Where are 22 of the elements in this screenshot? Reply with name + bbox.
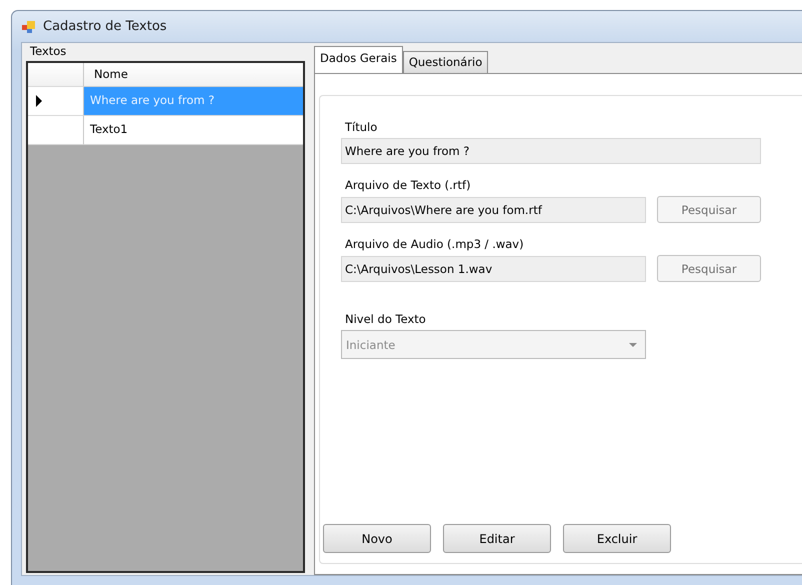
action-button[interactable]: Editar: [443, 524, 551, 553]
tab[interactable]: Dados Gerais: [314, 46, 403, 73]
action-button[interactable]: Novo: [323, 524, 431, 553]
input-field[interactable]: C:\Arquivos\Where are you fom.rtf: [341, 196, 646, 222]
browse-button[interactable]: Pesquisar: [657, 255, 761, 282]
input-field[interactable]: Where are you from ?: [341, 138, 761, 164]
window-title: Cadastro de Textos: [43, 19, 167, 34]
row-header[interactable]: [28, 87, 84, 116]
caret-icon: [629, 342, 637, 346]
field-label: Arquivo de Audio (.mp3 / .wav): [344, 237, 525, 253]
field-label: Arquivo de Texto (.rtf): [344, 178, 472, 194]
field-label: Nivel do Texto: [344, 312, 427, 328]
tab[interactable]: Questionário: [402, 51, 488, 73]
group-label: Textos: [29, 43, 68, 60]
app-icon: [21, 18, 37, 34]
browse-button[interactable]: Pesquisar: [657, 196, 761, 223]
column-header[interactable]: Nome: [84, 63, 303, 87]
input-field[interactable]: C:\Arquivos\Lesson 1.wav: [341, 256, 646, 282]
row-header: [28, 63, 84, 87]
field-label: Título: [344, 120, 378, 136]
table-cell[interactable]: Texto1: [84, 116, 303, 145]
action-button[interactable]: Excluir: [563, 524, 671, 553]
